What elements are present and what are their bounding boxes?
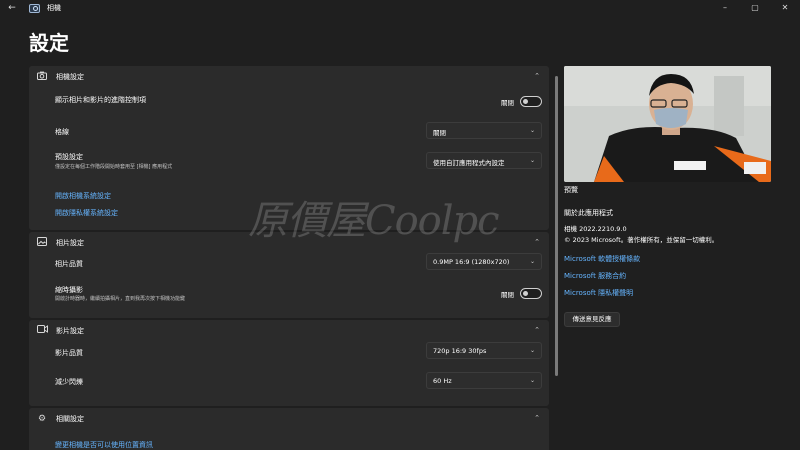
advanced-controls-label: 顯示相片和影片的進階控制項	[55, 96, 146, 104]
photo-quality-value: 0.9MP 16:9 (1280x720)	[433, 258, 510, 266]
photo-quality-row: 相片品質 0.9MP 16:9 (1280x720) ⌄	[29, 253, 549, 282]
services-agreement-link[interactable]: Microsoft 服務合約	[564, 271, 626, 281]
flicker-value: 60 Hz	[433, 377, 452, 385]
video-settings-header[interactable]: 影片設定 ⌃	[29, 320, 549, 342]
grid-label: 格線	[55, 128, 69, 136]
timelapse-label: 縮時攝影	[55, 286, 83, 294]
default-setting-label: 預設設定	[55, 153, 83, 161]
chevron-down-icon: ⌄	[529, 347, 535, 354]
camera-icon	[36, 71, 48, 83]
chevron-up-icon[interactable]: ⌃	[534, 326, 540, 334]
video-settings-title: 影片設定	[56, 327, 84, 335]
chevron-up-icon[interactable]: ⌃	[534, 414, 540, 422]
camera-app-icon	[29, 3, 40, 13]
camera-settings-title: 相機設定	[56, 73, 84, 81]
timelapse-row: 縮時攝影 開啟計時器時，繼續拍攝相片，直到我再次按下相機功能鍵 關閉	[29, 282, 549, 314]
window-title: 相機	[47, 4, 61, 12]
video-icon	[36, 325, 48, 337]
window-controls: – ▢ ✕	[710, 0, 800, 16]
grid-dropdown[interactable]: 關閉 ⌄	[426, 122, 542, 139]
flicker-label: 減少閃爍	[55, 378, 83, 386]
chevron-down-icon: ⌄	[529, 157, 535, 164]
maximize-button[interactable]: ▢	[740, 0, 770, 16]
flicker-dropdown[interactable]: 60 Hz ⌄	[426, 372, 542, 389]
related-settings-header[interactable]: ⚙ 相關設定 ⌃	[29, 408, 549, 430]
chevron-up-icon[interactable]: ⌃	[534, 238, 540, 246]
back-arrow-icon[interactable]: ←	[5, 1, 19, 15]
chevron-down-icon: ⌄	[529, 258, 535, 265]
send-feedback-button[interactable]: 傳送意見反應	[564, 312, 620, 327]
timelapse-toggle-group: 關閉	[501, 288, 542, 299]
close-button[interactable]: ✕	[770, 0, 800, 16]
chevron-down-icon: ⌄	[529, 127, 535, 134]
timelapse-state: 關閉	[501, 290, 514, 299]
flicker-row: 減少閃爍 60 Hz ⌄	[29, 370, 549, 400]
privacy-statement-link[interactable]: Microsoft 隱私權聲明	[564, 288, 633, 298]
timelapse-description: 開啟計時器時，繼續拍攝相片，直到我再次按下相機功能鍵	[55, 296, 186, 302]
photo-quality-label: 相片品質	[55, 260, 83, 268]
app-version: 相機 2022.2210.9.0	[564, 225, 627, 233]
copyright: © 2023 Microsoft。著作權所有，並保留一切權利。	[564, 236, 719, 244]
settings-list: 相機設定 ⌃ 顯示相片和影片的進階控制項 關閉 格線 關閉 ⌄ 預設設定 僅設定…	[29, 66, 549, 450]
toggle-knob	[523, 291, 528, 296]
grid-row: 格線 關閉 ⌄	[29, 116, 549, 146]
preview-label: 預覽	[564, 186, 578, 194]
video-quality-value: 720p 16:9 30fps	[433, 347, 487, 355]
related-settings-card: ⚙ 相關設定 ⌃ 變更相機是否可以使用位置資訊	[29, 408, 549, 450]
camera-preview-image	[564, 66, 771, 182]
video-settings-card: 影片設定 ⌃ 影片品質 720p 16:9 30fps ⌄ 減少閃爍 60 Hz…	[29, 320, 549, 406]
related-settings-title: 相關設定	[56, 415, 84, 423]
toggle-knob	[523, 99, 528, 104]
default-setting-dropdown[interactable]: 使用自訂應用程式內設定 ⌄	[426, 152, 542, 169]
camera-preview	[564, 66, 771, 182]
advanced-controls-toggle[interactable]	[520, 96, 542, 107]
open-privacy-system-settings-link[interactable]: 開啟隱私權系統設定	[55, 208, 118, 218]
page-title: 設定	[29, 31, 69, 55]
side-panel: 預覽 關於此應用程式 相機 2022.2210.9.0 © 2023 Micro…	[564, 66, 774, 327]
video-quality-dropdown[interactable]: 720p 16:9 30fps ⌄	[426, 342, 542, 359]
video-quality-row: 影片品質 720p 16:9 30fps ⌄	[29, 342, 549, 370]
title-bar: ← 相機 – ▢ ✕	[0, 0, 800, 16]
photo-quality-dropdown[interactable]: 0.9MP 16:9 (1280x720) ⌄	[426, 253, 542, 270]
watermark: 原價屋Coolpc	[248, 198, 500, 244]
advanced-controls-toggle-group: 關閉	[501, 96, 542, 107]
minimize-button[interactable]: –	[710, 0, 740, 16]
timelapse-toggle[interactable]	[520, 288, 542, 299]
photo-settings-title: 相片設定	[56, 239, 84, 247]
gear-icon: ⚙	[37, 414, 47, 424]
video-quality-label: 影片品質	[55, 349, 83, 357]
default-setting-row: 預設設定 僅設定在每個工作階段開始時套用至 [相機] 應用程式 使用自訂應用程式…	[29, 146, 549, 174]
about-title: 關於此應用程式	[564, 209, 613, 217]
advanced-controls-state: 關閉	[501, 98, 514, 107]
open-camera-system-settings-link[interactable]: 開啟相機系統設定	[55, 191, 111, 201]
location-permission-link[interactable]: 變更相機是否可以使用位置資訊	[55, 440, 153, 450]
chevron-up-icon[interactable]: ⌃	[534, 72, 540, 80]
default-setting-value: 使用自訂應用程式內設定	[433, 159, 505, 167]
chevron-down-icon: ⌄	[529, 377, 535, 384]
default-setting-description: 僅設定在每個工作階段開始時套用至 [相機] 應用程式	[55, 164, 173, 170]
license-terms-link[interactable]: Microsoft 軟體授權條款	[564, 254, 640, 264]
advanced-controls-row: 顯示相片和影片的進階控制項 關閉	[29, 88, 549, 116]
grid-value: 關閉	[433, 129, 446, 137]
image-icon	[36, 237, 48, 249]
camera-settings-header[interactable]: 相機設定 ⌃	[29, 66, 549, 88]
scrollbar[interactable]	[555, 76, 558, 376]
